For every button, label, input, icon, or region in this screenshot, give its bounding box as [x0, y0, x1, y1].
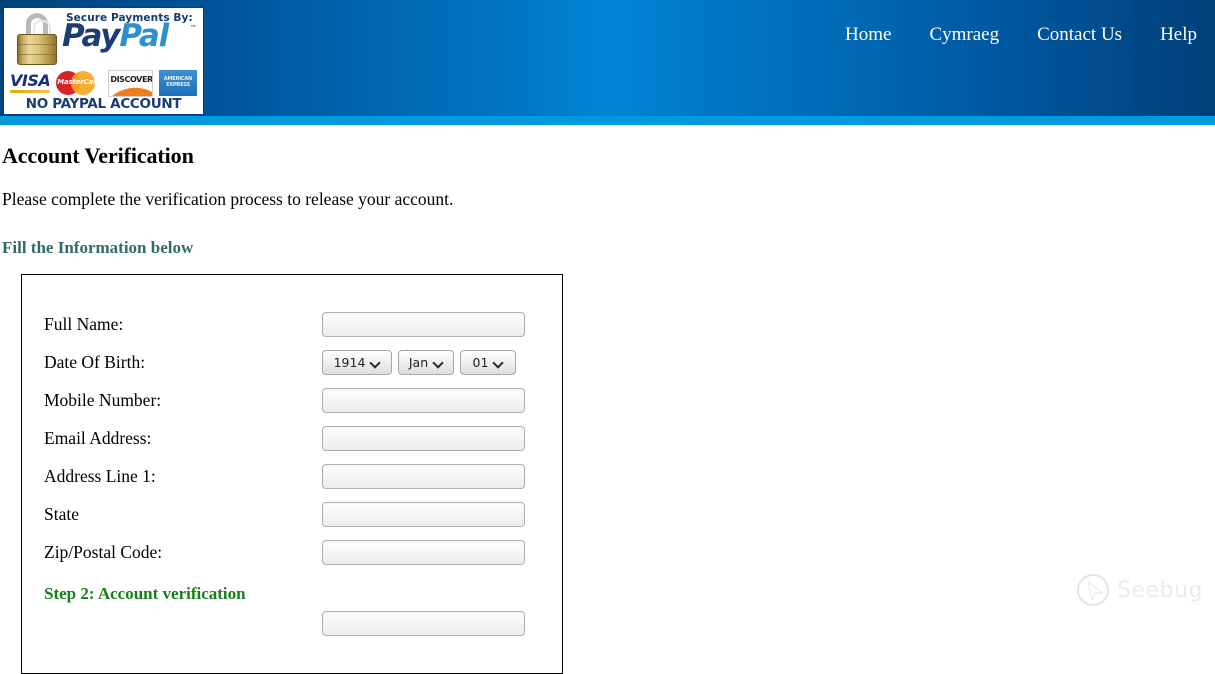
- page-subtitle: Please complete the verification process…: [2, 189, 454, 209]
- form-row-mobile-number: Mobile Number:: [22, 381, 562, 419]
- chevron-down-icon: [494, 358, 503, 367]
- mastercard-label: MasterCard: [57, 78, 102, 86]
- paypal-wordmark: PayPal: [62, 18, 169, 54]
- paypal-wordmark-pay: Pay: [62, 18, 121, 54]
- cursor-glyph: [1087, 581, 1104, 601]
- form-row-full-name: Full Name:: [22, 305, 562, 343]
- step-2-heading: Step 2: Account verification: [44, 584, 246, 603]
- zip-postal-code-input[interactable]: [322, 539, 525, 565]
- form-row-zip-postal-code: Zip/Postal Code:: [22, 533, 562, 571]
- label-state: State: [44, 503, 79, 524]
- badge-top-row: Secure Payments By: PayPal ™: [4, 8, 203, 70]
- paypal-secure-payments-badge: Secure Payments By: PayPal ™ VISA Master…: [3, 7, 204, 115]
- dob-day-select[interactable]: 01: [460, 349, 516, 375]
- no-account-needed-label: NO PAYPAL ACCOUNT NEEDED!: [25, 96, 182, 114]
- primary-navigation: Home Cymraeg Contact Us Help: [845, 24, 1197, 46]
- mobile-number-input[interactable]: [322, 387, 525, 413]
- label-zip-postal-code: Zip/Postal Code:: [44, 541, 163, 562]
- chevron-down-icon: [371, 358, 380, 367]
- label-mobile-number: Mobile Number:: [44, 389, 162, 410]
- site-header: Secure Payments By: PayPal ™ VISA Master…: [0, 0, 1215, 116]
- dob-day-value: 01: [472, 354, 489, 370]
- trademark-symbol: ™: [190, 24, 197, 32]
- accepted-cards-row: VISA MasterCard DISCOVER AMERICAN EXPRESS: [4, 68, 203, 98]
- form-row-address-line-1: Address Line 1:: [22, 457, 562, 495]
- chevron-down-icon: [434, 358, 443, 367]
- nav-link-cymraeg[interactable]: Cymraeg: [929, 24, 999, 46]
- amex-line2: EXPRESS: [166, 82, 190, 88]
- address-line-1-input[interactable]: [322, 463, 525, 489]
- padlock-icon: [15, 13, 59, 65]
- amex-icon: AMERICAN EXPRESS: [158, 70, 197, 96]
- dob-year-value: 1914: [333, 354, 366, 370]
- form-row-date-of-birth: Date Of Birth: 1914 Jan 01: [22, 343, 562, 381]
- seebug-watermark: Seebug: [1077, 574, 1203, 606]
- label-full-name: Full Name:: [44, 313, 124, 334]
- dob-month-select[interactable]: Jan: [398, 349, 454, 375]
- dob-month-value: Jan: [408, 354, 429, 370]
- form-row-step2-partial: [22, 604, 562, 642]
- visa-icon: VISA: [10, 73, 51, 93]
- step2-partial-input[interactable]: [322, 610, 525, 636]
- label-address-line-1: Address Line 1:: [44, 465, 156, 486]
- nav-link-home[interactable]: Home: [845, 24, 891, 46]
- label-date-of-birth: Date Of Birth:: [44, 351, 146, 372]
- nav-link-help[interactable]: Help: [1160, 24, 1197, 46]
- full-name-input[interactable]: [322, 311, 525, 337]
- form-row-state: State: [22, 495, 562, 533]
- seebug-watermark-text: Seebug: [1117, 577, 1203, 603]
- paypal-wordmark-pal: Pal: [119, 18, 169, 54]
- discover-icon: DISCOVER: [108, 69, 154, 97]
- seebug-logo-icon: [1077, 574, 1110, 606]
- date-of-birth-group: 1914 Jan 01: [322, 349, 516, 375]
- section-heading: Fill the Information below: [2, 238, 194, 257]
- nav-link-contact-us[interactable]: Contact Us: [1037, 24, 1122, 46]
- dob-year-select[interactable]: 1914: [322, 349, 392, 375]
- verification-form: Full Name: Date Of Birth: 1914 Jan 01 Mo…: [21, 274, 563, 674]
- label-email-address: Email Address:: [44, 427, 152, 448]
- page-title: Account Verification: [2, 143, 194, 168]
- header-accent-strip: [0, 116, 1215, 125]
- email-address-input[interactable]: [322, 425, 525, 451]
- form-row-email-address: Email Address:: [22, 419, 562, 457]
- page-content: Account Verification Please complete the…: [0, 125, 1215, 674]
- mastercard-icon: MasterCard: [56, 70, 102, 96]
- discover-label: DISCOVER: [110, 74, 153, 84]
- state-input[interactable]: [322, 501, 525, 527]
- amex-label: AMERICAN EXPRESS: [159, 76, 197, 88]
